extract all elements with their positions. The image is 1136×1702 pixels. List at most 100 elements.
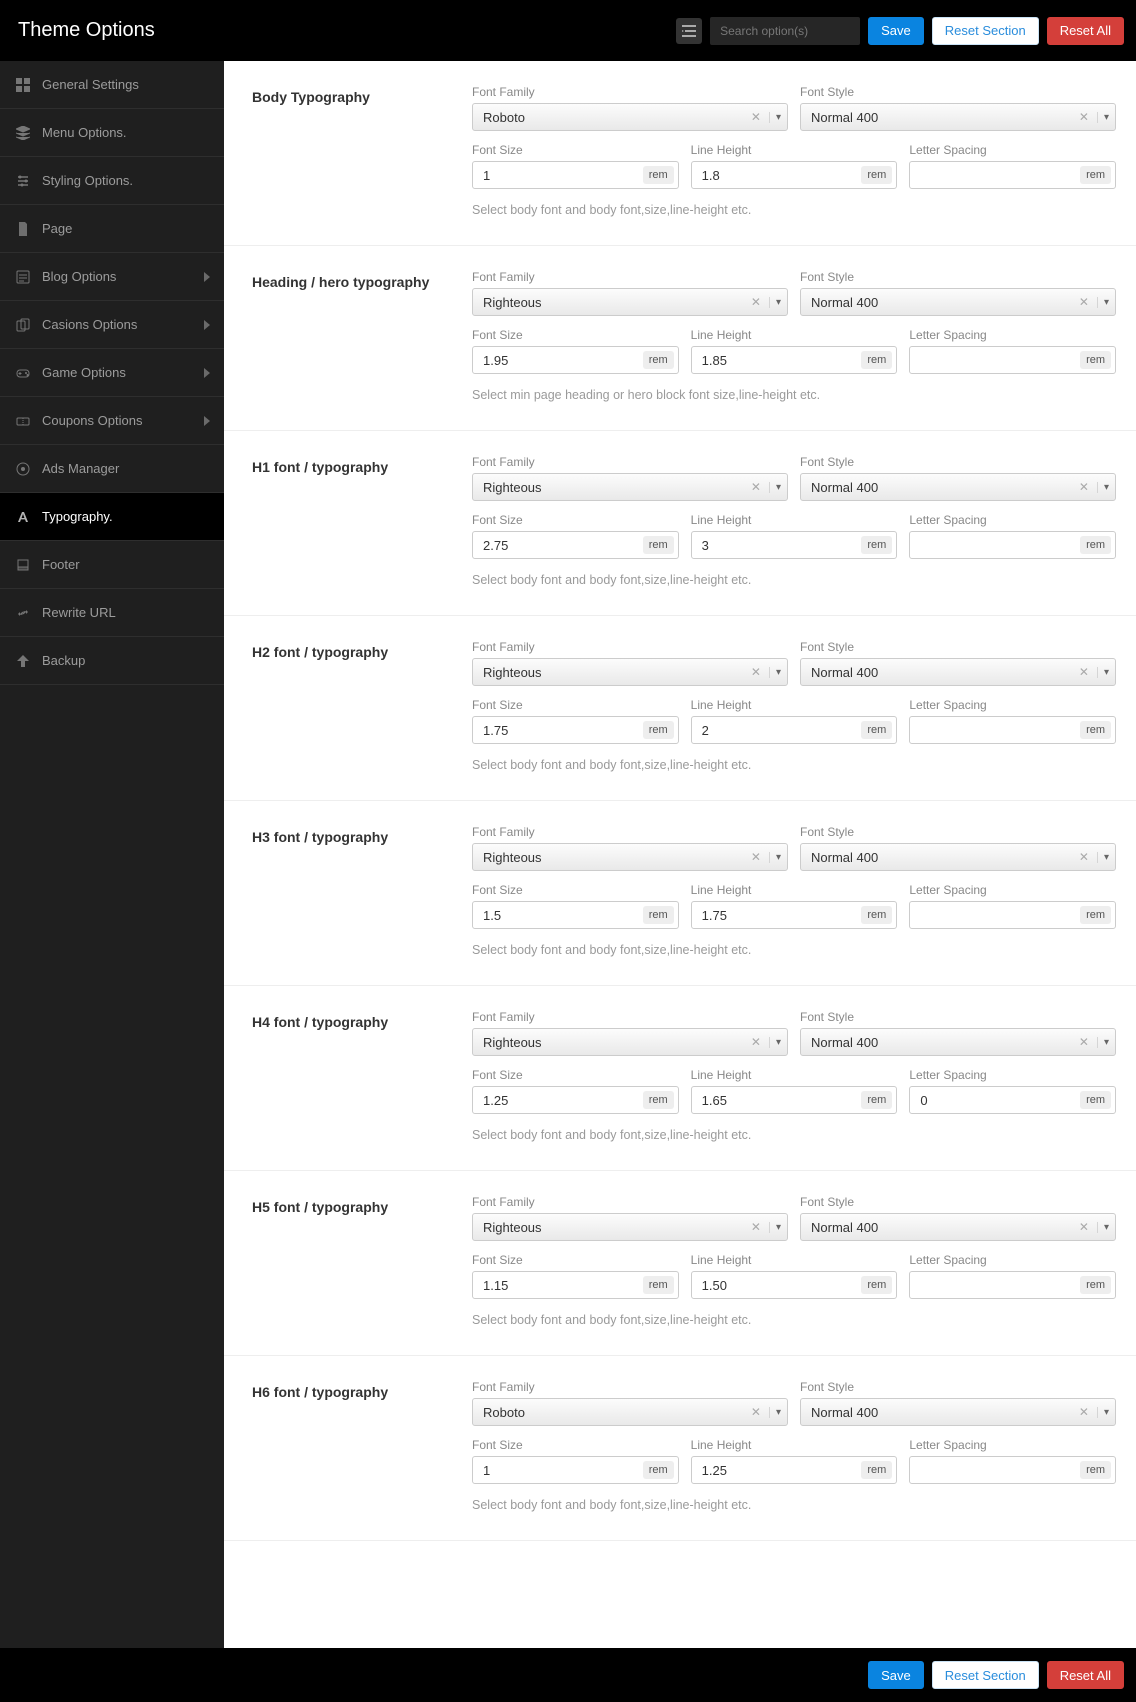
font-style-select[interactable]: Normal 400 ✕ ▾ xyxy=(800,658,1116,686)
font-family-select[interactable]: Roboto ✕ ▾ xyxy=(472,1398,788,1426)
font-size-field[interactable] xyxy=(481,167,643,184)
sidebar-item-menu-options[interactable]: Menu Options. xyxy=(0,109,224,157)
letter-spacing-field[interactable] xyxy=(918,1277,1080,1294)
font-size-input[interactable]: rem xyxy=(472,1271,679,1299)
font-size-input[interactable]: rem xyxy=(472,161,679,189)
sidebar-item-casions-options[interactable]: Casions Options xyxy=(0,301,224,349)
chevron-down-icon[interactable]: ▾ xyxy=(1097,482,1109,493)
clear-icon[interactable]: ✕ xyxy=(747,1035,765,1049)
font-family-select[interactable]: Righteous ✕ ▾ xyxy=(472,1213,788,1241)
font-size-field[interactable] xyxy=(481,537,643,554)
clear-icon[interactable]: ✕ xyxy=(1075,665,1093,679)
line-height-input[interactable]: rem xyxy=(691,346,898,374)
line-height-field[interactable] xyxy=(700,722,862,739)
font-size-field[interactable] xyxy=(481,1462,643,1479)
clear-icon[interactable]: ✕ xyxy=(1075,295,1093,309)
letter-spacing-field[interactable] xyxy=(918,1092,1080,1109)
footer-reset-section-button[interactable]: Reset Section xyxy=(932,1661,1039,1689)
letter-spacing-input[interactable]: rem xyxy=(909,1086,1116,1114)
font-family-select[interactable]: Righteous ✕ ▾ xyxy=(472,658,788,686)
chevron-down-icon[interactable]: ▾ xyxy=(1097,667,1109,678)
font-style-select[interactable]: Normal 400 ✕ ▾ xyxy=(800,288,1116,316)
font-style-select[interactable]: Normal 400 ✕ ▾ xyxy=(800,1028,1116,1056)
chevron-down-icon[interactable]: ▾ xyxy=(769,1407,781,1418)
font-size-input[interactable]: rem xyxy=(472,1456,679,1484)
line-height-field[interactable] xyxy=(700,537,862,554)
font-size-field[interactable] xyxy=(481,352,643,369)
font-size-field[interactable] xyxy=(481,722,643,739)
sidebar-item-general-settings[interactable]: General Settings xyxy=(0,61,224,109)
reset-all-button[interactable]: Reset All xyxy=(1047,17,1124,45)
clear-icon[interactable]: ✕ xyxy=(1075,480,1093,494)
letter-spacing-input[interactable]: rem xyxy=(909,716,1116,744)
sidebar-item-blog-options[interactable]: Blog Options xyxy=(0,253,224,301)
chevron-down-icon[interactable]: ▾ xyxy=(769,482,781,493)
sidebar-item-game-options[interactable]: Game Options xyxy=(0,349,224,397)
sidebar-item-footer[interactable]: Footer xyxy=(0,541,224,589)
font-size-input[interactable]: rem xyxy=(472,346,679,374)
sidebar-item-ads-manager[interactable]: Ads Manager xyxy=(0,445,224,493)
line-height-field[interactable] xyxy=(700,1462,862,1479)
letter-spacing-input[interactable]: rem xyxy=(909,901,1116,929)
chevron-down-icon[interactable]: ▾ xyxy=(769,1222,781,1233)
line-height-input[interactable]: rem xyxy=(691,161,898,189)
chevron-down-icon[interactable]: ▾ xyxy=(1097,1222,1109,1233)
font-family-select[interactable]: Roboto ✕ ▾ xyxy=(472,103,788,131)
line-height-input[interactable]: rem xyxy=(691,531,898,559)
clear-icon[interactable]: ✕ xyxy=(1075,1035,1093,1049)
line-height-input[interactable]: rem xyxy=(691,901,898,929)
chevron-down-icon[interactable]: ▾ xyxy=(1097,112,1109,123)
search-input[interactable] xyxy=(710,17,860,45)
chevron-down-icon[interactable]: ▾ xyxy=(769,852,781,863)
clear-icon[interactable]: ✕ xyxy=(747,295,765,309)
clear-icon[interactable]: ✕ xyxy=(1075,1405,1093,1419)
font-size-input[interactable]: rem xyxy=(472,716,679,744)
font-size-field[interactable] xyxy=(481,1277,643,1294)
sidebar-item-backup[interactable]: Backup xyxy=(0,637,224,685)
save-button[interactable]: Save xyxy=(868,17,924,45)
chevron-down-icon[interactable]: ▾ xyxy=(769,1037,781,1048)
footer-save-button[interactable]: Save xyxy=(868,1661,924,1689)
sidebar-item-page[interactable]: Page xyxy=(0,205,224,253)
clear-icon[interactable]: ✕ xyxy=(747,1405,765,1419)
clear-icon[interactable]: ✕ xyxy=(747,850,765,864)
line-height-field[interactable] xyxy=(700,1092,862,1109)
font-style-select[interactable]: Normal 400 ✕ ▾ xyxy=(800,1213,1116,1241)
chevron-down-icon[interactable]: ▾ xyxy=(769,297,781,308)
font-size-field[interactable] xyxy=(481,1092,643,1109)
font-style-select[interactable]: Normal 400 ✕ ▾ xyxy=(800,843,1116,871)
line-height-field[interactable] xyxy=(700,1277,862,1294)
letter-spacing-field[interactable] xyxy=(918,722,1080,739)
font-family-select[interactable]: Righteous ✕ ▾ xyxy=(472,843,788,871)
clear-icon[interactable]: ✕ xyxy=(1075,110,1093,124)
letter-spacing-input[interactable]: rem xyxy=(909,1456,1116,1484)
chevron-down-icon[interactable]: ▾ xyxy=(769,112,781,123)
font-style-select[interactable]: Normal 400 ✕ ▾ xyxy=(800,473,1116,501)
font-family-select[interactable]: Righteous ✕ ▾ xyxy=(472,288,788,316)
line-height-field[interactable] xyxy=(700,907,862,924)
clear-icon[interactable]: ✕ xyxy=(747,110,765,124)
chevron-down-icon[interactable]: ▾ xyxy=(1097,1037,1109,1048)
font-style-select[interactable]: Normal 400 ✕ ▾ xyxy=(800,1398,1116,1426)
line-height-field[interactable] xyxy=(700,352,862,369)
line-height-field[interactable] xyxy=(700,167,862,184)
letter-spacing-field[interactable] xyxy=(918,1462,1080,1479)
letter-spacing-field[interactable] xyxy=(918,907,1080,924)
font-family-select[interactable]: Righteous ✕ ▾ xyxy=(472,473,788,501)
chevron-down-icon[interactable]: ▾ xyxy=(1097,297,1109,308)
letter-spacing-input[interactable]: rem xyxy=(909,1271,1116,1299)
reset-section-button[interactable]: Reset Section xyxy=(932,17,1039,45)
clear-icon[interactable]: ✕ xyxy=(747,480,765,494)
clear-icon[interactable]: ✕ xyxy=(747,665,765,679)
expand-icon[interactable] xyxy=(676,18,702,44)
letter-spacing-input[interactable]: rem xyxy=(909,161,1116,189)
letter-spacing-input[interactable]: rem xyxy=(909,531,1116,559)
chevron-down-icon[interactable]: ▾ xyxy=(769,667,781,678)
letter-spacing-field[interactable] xyxy=(918,352,1080,369)
footer-reset-all-button[interactable]: Reset All xyxy=(1047,1661,1124,1689)
letter-spacing-field[interactable] xyxy=(918,167,1080,184)
chevron-down-icon[interactable]: ▾ xyxy=(1097,1407,1109,1418)
font-family-select[interactable]: Righteous ✕ ▾ xyxy=(472,1028,788,1056)
letter-spacing-input[interactable]: rem xyxy=(909,346,1116,374)
font-size-field[interactable] xyxy=(481,907,643,924)
